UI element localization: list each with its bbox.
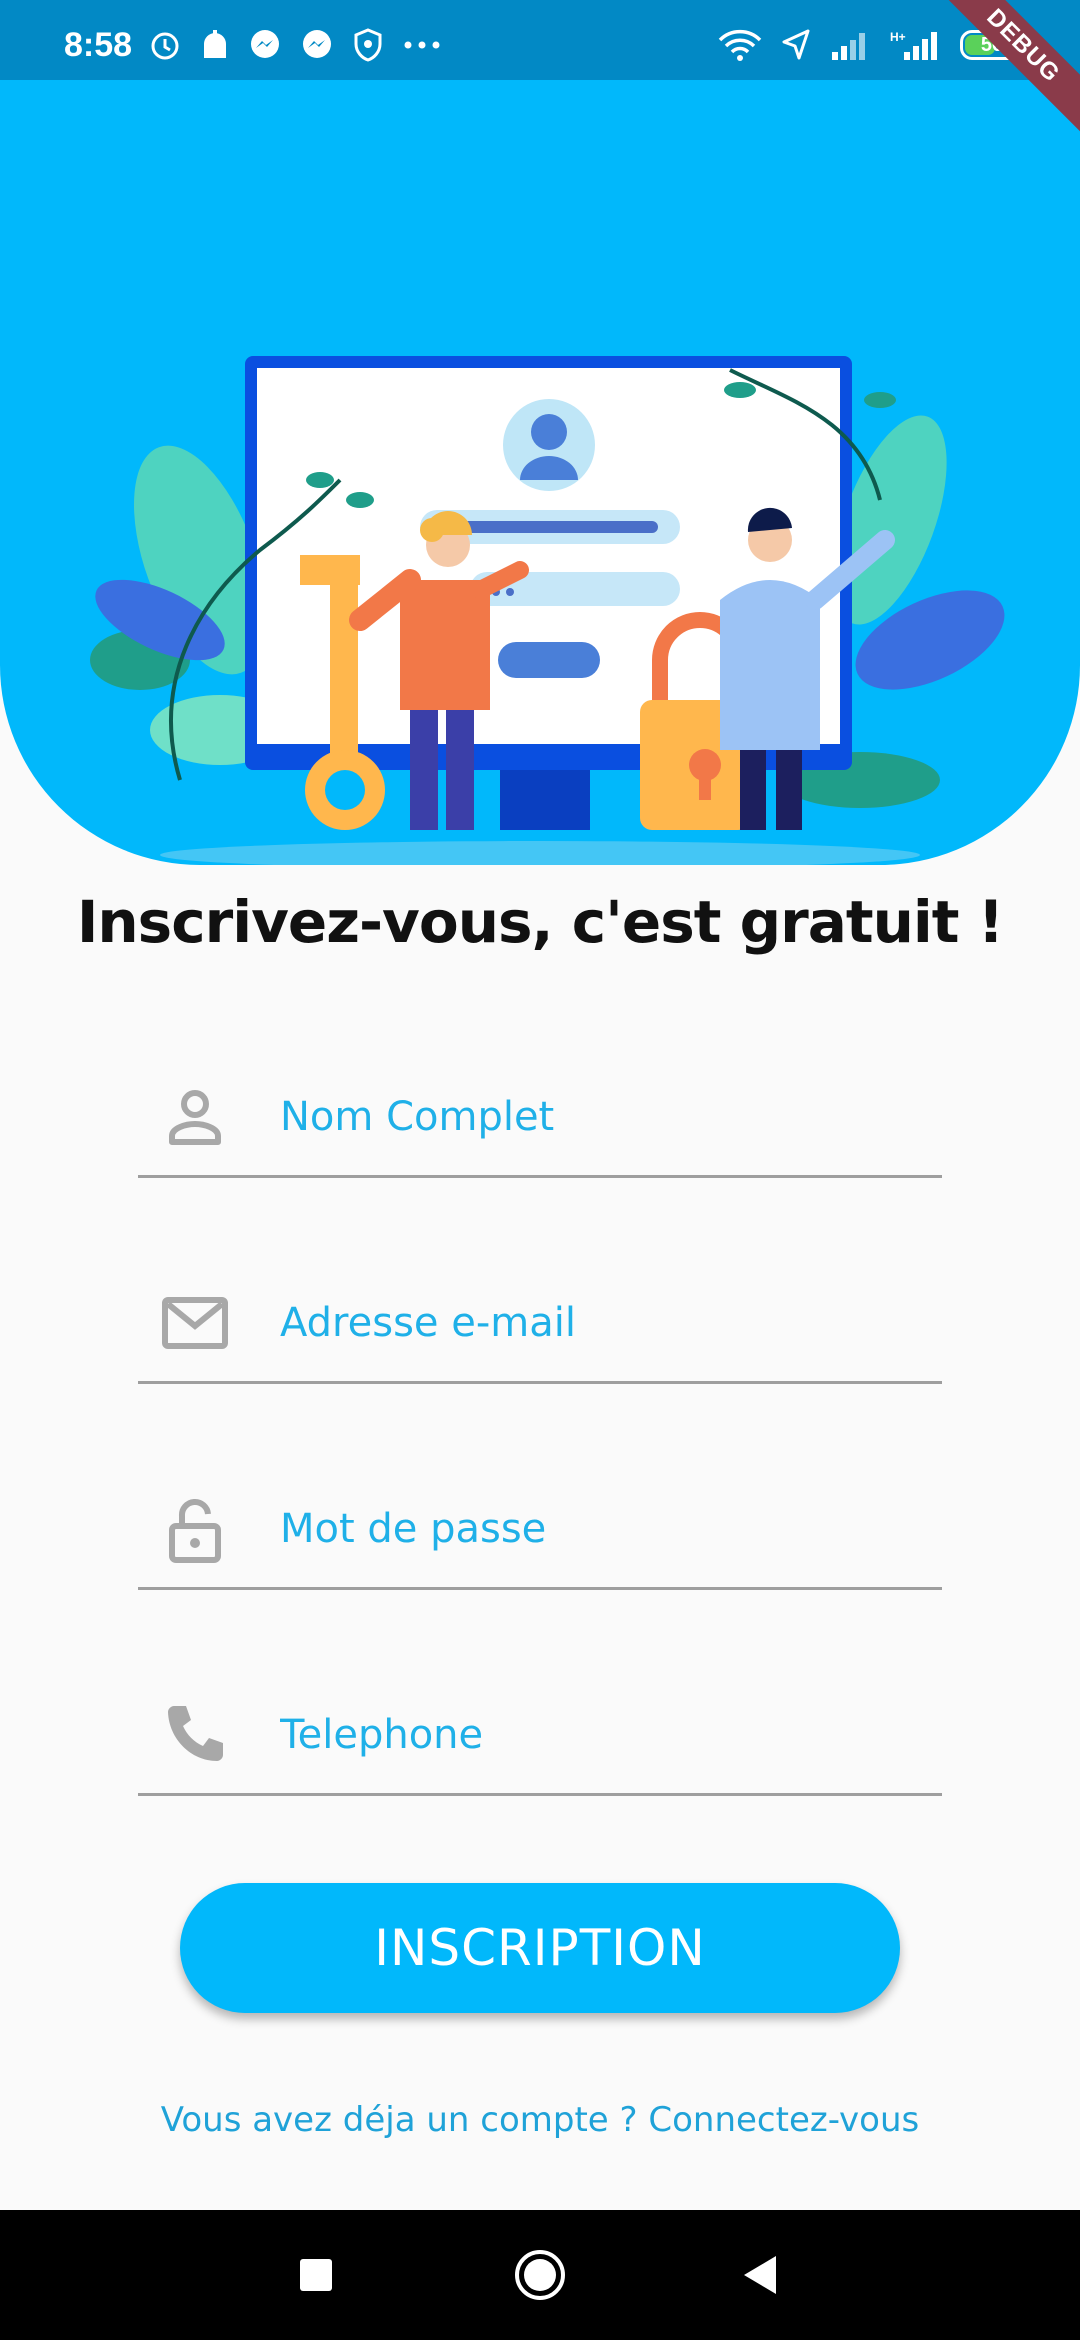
messenger-icon <box>251 30 279 58</box>
shield-icon <box>354 28 382 62</box>
notification-icons <box>148 28 442 62</box>
password-input[interactable] <box>280 1494 920 1564</box>
system-icons: H+ 56 <box>718 28 1024 62</box>
location-icon <box>782 29 810 60</box>
signal-hplus-icon: H+ <box>890 30 937 60</box>
page-title: Inscrivez-vous, c'est gratuit ! <box>76 888 1004 956</box>
messenger-icon <box>303 30 331 58</box>
signal-icon <box>832 33 865 60</box>
status-time: 8:58 <box>64 26 133 64</box>
name-input[interactable] <box>280 1082 920 1152</box>
password-field[interactable] <box>138 1470 942 1590</box>
home-icon[interactable] <box>512 2248 568 2302</box>
signup-button[interactable]: INSCRIPTION <box>180 1883 900 2013</box>
back-icon[interactable] <box>740 2248 780 2302</box>
mail-icon <box>162 1297 228 1349</box>
login-link[interactable]: Vous avez déja un compte ? Connectez-vou… <box>0 2100 1080 2140</box>
signup-illustration <box>90 356 1005 865</box>
email-input[interactable] <box>280 1288 920 1358</box>
header-banner <box>0 80 1080 865</box>
status-bar: 8:58 H+ 56 <box>0 0 1080 80</box>
phone-icon <box>168 1706 223 1761</box>
person-icon <box>169 1090 221 1145</box>
phone-field[interactable] <box>138 1676 942 1796</box>
more-icon <box>404 41 440 49</box>
name-field[interactable] <box>138 1058 942 1178</box>
phone-input[interactable] <box>280 1700 920 1770</box>
email-field[interactable] <box>138 1264 942 1384</box>
alarm-icon <box>151 32 179 60</box>
recents-icon[interactable] <box>296 2248 336 2302</box>
navigation-bar <box>0 2210 1080 2340</box>
wifi-icon <box>718 29 762 61</box>
lock-icon <box>169 1499 221 1563</box>
mosque-icon <box>204 30 226 58</box>
svg-text:H+: H+ <box>890 30 906 44</box>
